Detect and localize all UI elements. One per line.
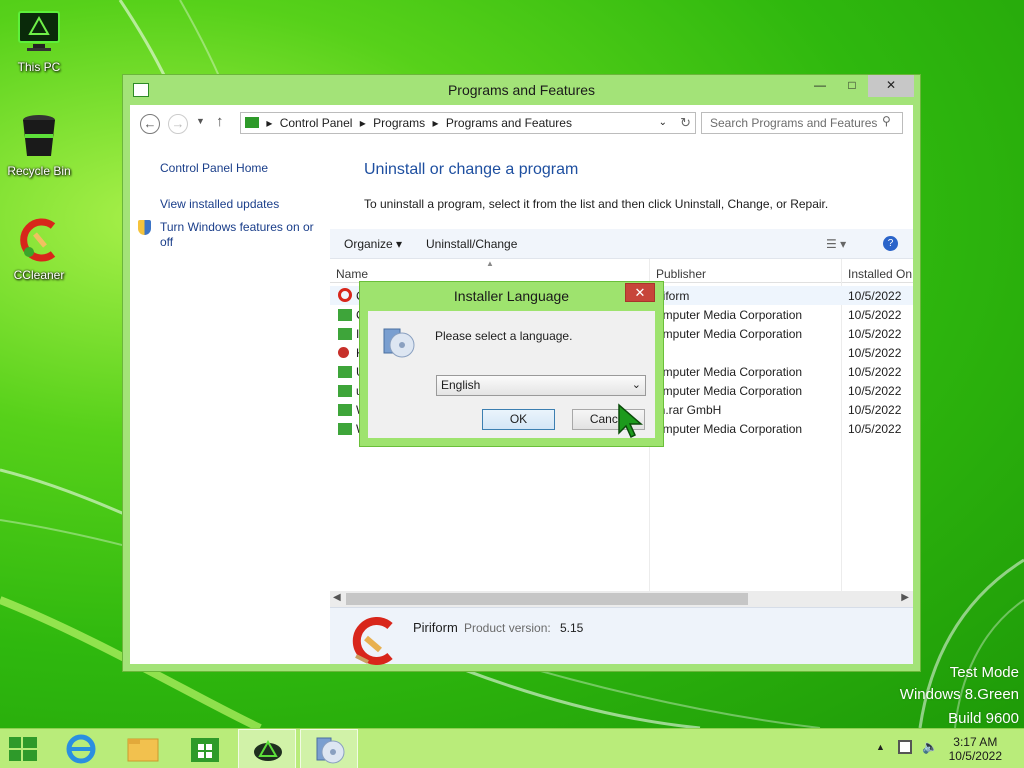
refresh-icon[interactable]: ↻ [680, 113, 691, 133]
page-description: To uninstall a program, select it from t… [364, 197, 829, 211]
store-icon [191, 738, 219, 762]
ccleaner-small-icon [338, 288, 352, 302]
details-version-label: Product version: [464, 621, 551, 635]
test-mode-watermark: Test Mode [949, 664, 1019, 681]
up-arrow-icon[interactable]: ↑ [216, 113, 224, 130]
dialog-title: Installer Language [453, 288, 570, 304]
windows-features-link[interactable]: Turn Windows features on or off [160, 220, 320, 250]
program-red-icon [338, 347, 349, 358]
build-watermark: Build 9600 [948, 710, 1019, 727]
sort-arrow-icon: ▲ [486, 259, 494, 268]
forward-arrow-icon[interactable]: → [168, 114, 188, 134]
breadcrumb-programs[interactable]: Programs [373, 116, 425, 130]
breadcrumb-separator-icon: ▸ [359, 116, 366, 130]
view-installed-updates-link[interactable]: View installed updates [160, 197, 279, 212]
os-version-watermark: Windows 8.Green [899, 686, 1019, 703]
breadcrumb-control-panel[interactable]: Control Panel [280, 116, 353, 130]
left-pane: Control Panel Home View installed update… [130, 143, 330, 664]
column-publisher[interactable]: Publisher [656, 267, 706, 281]
program-icon [338, 423, 352, 435]
installer-taskbar-icon [316, 737, 345, 764]
window-title: Programs and Features [447, 82, 596, 98]
program-icon [338, 309, 352, 321]
desktop-icon-ccleaner[interactable]: CCleaner [0, 216, 78, 282]
address-bar[interactable]: ▸ Control Panel ▸ Programs ▸ Programs an… [240, 112, 696, 134]
breadcrumb-programs-and-features[interactable]: Programs and Features [446, 116, 572, 130]
window-titlebar[interactable]: Programs and Features — □ ✕ [123, 75, 920, 105]
horizontal-scrollbar[interactable]: ◀ ▶ [330, 591, 913, 607]
help-icon[interactable]: ? [883, 236, 898, 251]
dialog-prompt: Please select a language. [435, 329, 573, 343]
maximize-button[interactable]: □ [836, 75, 868, 97]
details-version-value: 5.15 [560, 621, 584, 635]
language-select[interactable]: English ⌄ [436, 375, 646, 396]
program-icon [338, 328, 352, 340]
folder-icon [127, 738, 159, 762]
address-dropdown-chevron-icon[interactable]: ⌄ [659, 113, 667, 133]
column-installed-on[interactable]: Installed On [848, 267, 912, 281]
monitor-icon [15, 8, 63, 56]
clock-date: 10/5/2022 [948, 749, 1002, 763]
show-hidden-icons-icon[interactable]: ▲ [876, 742, 885, 752]
search-input[interactable]: Search Programs and Features [701, 112, 903, 134]
command-toolbar: Organize ▾ Uninstall/Change ☰ ▾ ? [330, 229, 913, 259]
taskbar-clock[interactable]: 3:17 AM 10/5/2022 [949, 735, 1002, 763]
dialog-client: Please select a language. English ⌄ OK C… [368, 311, 655, 438]
network-icon[interactable] [898, 740, 912, 754]
control-panel-home-link[interactable]: Control Panel Home [160, 161, 268, 176]
column-name[interactable]: Name [336, 267, 368, 281]
clock-time: 3:17 AM [953, 735, 998, 749]
dialog-close-button[interactable]: ✕ [625, 283, 655, 302]
desktop-icon-label: Recycle Bin [7, 164, 71, 178]
program-icon [338, 385, 352, 397]
select-chevron-down-icon: ⌄ [631, 379, 641, 391]
breadcrumb-separator-icon: ▸ [432, 116, 439, 130]
column-headers: Name ▲ Publisher Installed On [330, 259, 913, 283]
desktop-icon-recycle-bin[interactable]: Recycle Bin [0, 112, 78, 178]
ok-button[interactable]: OK [482, 409, 555, 430]
recent-locations-chevron-icon[interactable]: ▼ [196, 116, 205, 126]
taskbar-installer[interactable] [300, 729, 358, 768]
taskbar-file-explorer[interactable] [114, 729, 172, 768]
ccleaner-large-icon [348, 616, 400, 669]
selected-language: English [441, 378, 481, 392]
ccleaner-icon [15, 216, 63, 264]
page-heading: Uninstall or change a program [364, 161, 579, 178]
taskbar: ▲ 🔈 3:17 AM 10/5/2022 [0, 728, 1024, 768]
control-panel-taskbar-icon [254, 739, 282, 761]
desktop-icon-label: CCleaner [13, 268, 65, 282]
minimize-button[interactable]: — [804, 75, 836, 97]
scroll-left-icon[interactable]: ◀ [333, 592, 341, 603]
recycle-bin-icon [15, 112, 63, 160]
windows-logo-icon [9, 737, 37, 761]
search-icon: ⚲ [882, 114, 891, 128]
taskbar-store[interactable] [176, 729, 234, 768]
scrollbar-thumb[interactable] [346, 593, 748, 605]
details-pane: Piriform Product version: 5.15 [330, 607, 913, 665]
navigation-bar: ← → ▼ ↑ ▸ Control Panel ▸ Programs ▸ Pro… [130, 105, 913, 143]
taskbar-internet-explorer[interactable] [52, 729, 110, 768]
program-icon [338, 404, 352, 416]
control-panel-small-icon [245, 117, 259, 128]
desktop-icon-label: This PC [17, 60, 61, 74]
breadcrumb-separator-icon: ▸ [266, 116, 273, 130]
close-button[interactable]: ✕ [868, 75, 914, 97]
program-icon [338, 366, 352, 378]
uninstall-change-button[interactable]: Uninstall/Change [426, 237, 517, 251]
view-options-icon[interactable]: ☰ ▾ [826, 237, 846, 251]
start-button[interactable] [0, 729, 58, 768]
scroll-right-icon[interactable]: ▶ [901, 592, 909, 603]
uac-shield-icon [138, 220, 151, 235]
back-arrow-icon[interactable]: ← [140, 114, 160, 134]
internet-explorer-icon [66, 734, 96, 764]
volume-muted-icon[interactable]: 🔈 [922, 739, 938, 755]
taskbar-control-panel[interactable] [238, 729, 296, 768]
organize-button[interactable]: Organize ▾ [344, 237, 402, 251]
desktop-icon-this-pc[interactable]: This PC [0, 8, 78, 74]
installer-disc-icon [382, 325, 416, 362]
mouse-cursor-icon [617, 403, 645, 442]
details-publisher: Piriform [413, 620, 458, 635]
